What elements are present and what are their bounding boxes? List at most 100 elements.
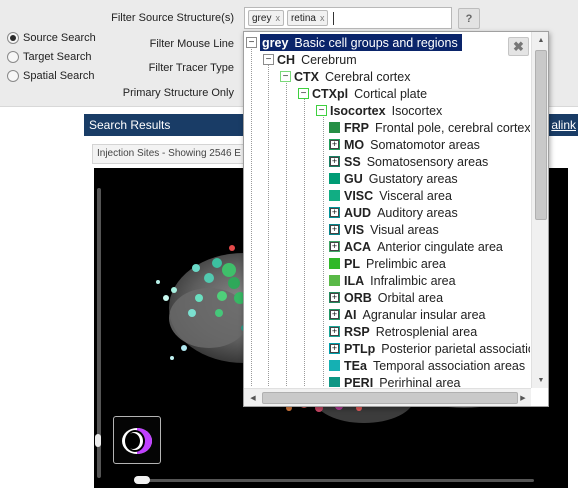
structure-name: Isocortex [391,103,443,118]
tree-row-aca[interactable]: + ACA Anterior cingulate area [329,238,503,255]
tree-row-vis[interactable]: + VIS Visual areas [329,221,439,238]
tree-horizontal-scrollbar[interactable]: ◀ ▶ [244,388,531,406]
expand-toggle[interactable]: + [329,139,340,150]
tree-row-ptlp[interactable]: + PTLp Posterior parietal association [329,340,530,357]
structure-name: Prelimbic area [365,256,446,271]
expand-toggle[interactable]: + [329,343,340,354]
tree-row-isocortex[interactable]: − Isocortex Isocortex [316,102,442,119]
viewer-vertical-slider[interactable] [95,434,101,447]
tree-row-aud[interactable]: + AUD Auditory areas [329,204,458,221]
tracer-type-label: Filter Tracer Type [148,62,234,74]
tree-row-ai[interactable]: + AI Agranular insular area [329,306,486,323]
collapse-toggle[interactable]: − [280,71,291,82]
orientation-eye-icon [122,428,152,454]
permalink-link[interactable]: alink [551,118,576,132]
help-button[interactable]: ? [458,8,480,29]
structure-name: Visual areas [370,222,439,237]
tree-horizontal-scroll-thumb[interactable] [262,392,518,404]
orientation-widget[interactable] [113,416,161,464]
expand-toggle[interactable]: + [329,292,340,303]
radio-indicator[interactable] [7,32,19,44]
tree-row-ila[interactable]: ILA Infralimbic area [329,272,456,289]
collapse-toggle[interactable]: − [263,54,274,65]
tag-remove-button[interactable]: x [320,13,325,23]
scroll-down-arrow-icon[interactable]: ▼ [532,372,548,388]
tree-row-pl[interactable]: PL Prelimbic area [329,255,446,272]
expand-toggle[interactable]: + [329,224,340,235]
structure-name: Temporal association areas [372,358,526,373]
scroll-up-arrow-icon[interactable]: ▲ [532,32,548,48]
tree-row-peri[interactable]: PERI Perirhinal area [329,374,460,387]
tree-row-tea[interactable]: TEa Temporal association areas [329,357,525,374]
structure-color-swatch [329,122,340,133]
structure-acronym: grey [262,35,289,50]
tag-retina: retina x [286,10,329,26]
scroll-left-arrow-icon[interactable]: ◀ [244,390,262,406]
expand-toggle[interactable]: + [329,156,340,167]
radio-indicator[interactable] [7,51,19,63]
structure-acronym: AUD [344,205,372,220]
structure-acronym: FRP [344,120,369,135]
tree-guide [251,46,252,387]
structure-name: Visceral area [379,188,452,203]
structure-name: Cerebral cortex [325,69,411,84]
structure-tree-dropdown[interactable]: − grey Basic cell groups and regions − C… [243,31,549,407]
tree-guide [323,113,324,387]
structure-name: Infralimbic area [370,273,456,288]
injection-sites-bar: Injection Sites - Showing 2546 E [92,144,252,164]
tag-grey: grey x [248,10,284,26]
structure-acronym: MO [344,137,365,152]
tag-remove-button[interactable]: x [275,13,280,23]
structure-acronym: CH [277,52,296,67]
tree-vertical-scroll-thumb[interactable] [535,50,547,220]
structure-acronym: Isocortex [330,103,386,118]
viewer-horizontal-slider[interactable] [134,476,150,484]
source-structure-input[interactable]: grey x retina x [244,7,452,29]
tree-row-ctxpl[interactable]: − CTXpl Cortical plate [298,85,427,102]
collapse-toggle[interactable]: − [316,105,327,116]
radio-indicator[interactable] [7,70,19,82]
structure-name: Basic cell groups and regions [294,35,458,50]
tree-row-mo[interactable]: + MO Somatomotor areas [329,136,480,153]
tree-row-ctx[interactable]: − CTX Cerebral cortex [280,68,410,85]
structure-acronym: CTX [294,69,319,84]
tree-row-rsp[interactable]: + RSP Retrosplenial area [329,323,477,340]
tree-row-orb[interactable]: + ORB Orbital area [329,289,443,306]
tree-row-grey[interactable]: − grey Basic cell groups and regions [246,34,462,51]
viewer-horizontal-track [134,479,534,482]
structure-color-swatch [329,190,340,201]
collapse-toggle[interactable]: − [298,88,309,99]
expand-toggle[interactable]: + [329,207,340,218]
structure-acronym: ACA [344,239,372,254]
tree-row-visc[interactable]: VISC Visceral area [329,187,452,204]
structure-acronym: PL [344,256,360,271]
structure-name: Cortical plate [354,86,428,101]
structure-name: Auditory areas [377,205,458,220]
close-icon[interactable]: ✖ [508,37,529,56]
structure-acronym: ORB [344,290,372,305]
tree-row-frp[interactable]: FRP Frontal pole, cerebral cortex [329,119,530,136]
tree-vertical-scrollbar[interactable]: ▲ ▼ [531,32,548,388]
tree-row-ch[interactable]: − CH Cerebrum [263,51,357,68]
tree-row-highlight: grey Basic cell groups and regions [260,34,462,51]
structure-name: Cerebrum [301,52,357,67]
structure-color-swatch [329,360,340,371]
structure-acronym: RSP [344,324,370,339]
structure-name: Agranular insular area [362,307,486,322]
expand-toggle[interactable]: + [329,326,340,337]
tree-row-gu[interactable]: GU Gustatory areas [329,170,458,187]
expand-toggle[interactable]: + [329,309,340,320]
collapse-toggle[interactable]: − [246,37,257,48]
mouse-line-label: Filter Mouse Line [149,38,234,50]
structure-name: Gustatory areas [368,171,458,186]
structure-acronym: GU [344,171,363,186]
expand-toggle[interactable]: + [329,241,340,252]
structure-name: Frontal pole, cerebral cortex [375,120,530,135]
structure-acronym: PTLp [344,341,376,356]
tree-guide [304,96,305,387]
tag-label: grey [252,12,272,24]
structure-name: Retrosplenial area [375,324,478,339]
scroll-right-arrow-icon[interactable]: ▶ [514,390,532,406]
structure-name: Anterior cingulate area [377,239,503,254]
tree-row-ss[interactable]: + SS Somatosensory areas [329,153,488,170]
